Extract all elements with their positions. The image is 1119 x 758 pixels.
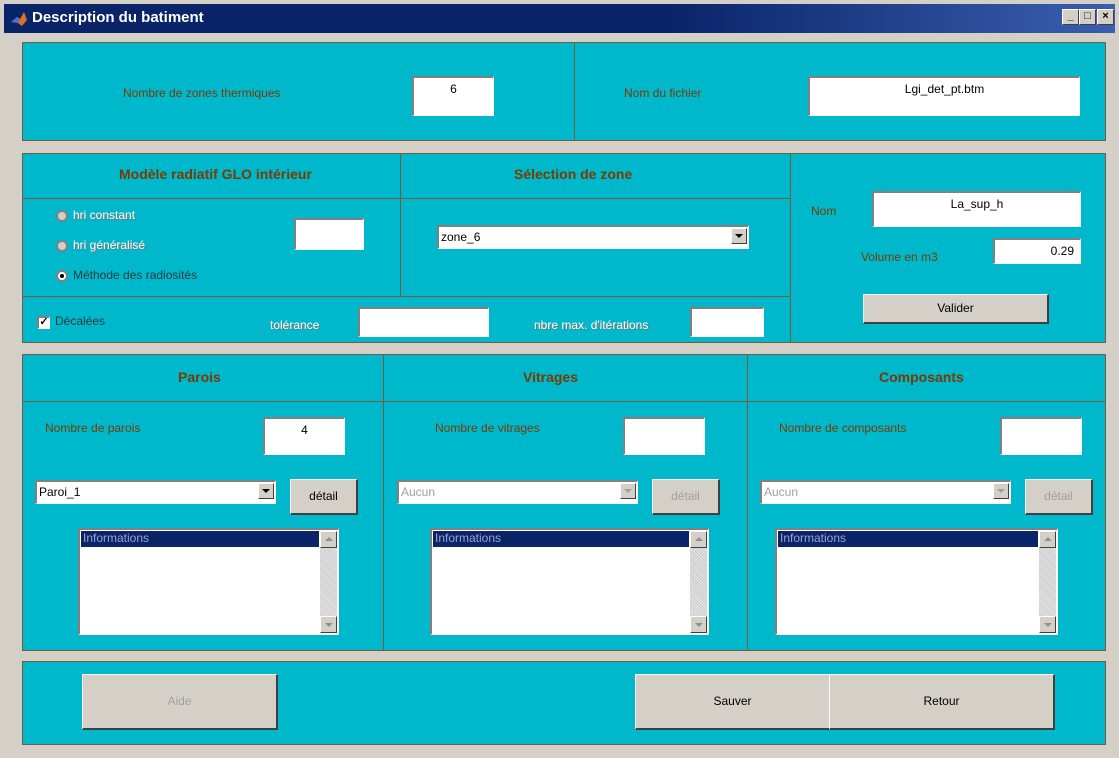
scroll-up-icon[interactable] [320, 531, 337, 548]
walls-count-label: Nombre de parois [45, 421, 141, 435]
radiative-model-title: Modèle radiatif GLO intérieur [119, 166, 312, 182]
chevron-down-icon[interactable] [620, 483, 636, 499]
components-info-item[interactable]: Informations [778, 531, 1038, 547]
hri-input[interactable] [294, 218, 364, 250]
glazing-select-value: Aucun [401, 485, 436, 499]
components-select[interactable]: Aucun [760, 480, 1011, 504]
scroll-down-icon[interactable] [690, 616, 707, 633]
glazing-title: Vitrages [523, 369, 578, 385]
glazing-info-item[interactable]: Informations [433, 531, 689, 547]
zone-select[interactable]: zone_6 [437, 225, 749, 249]
volume-input[interactable]: 0.29 [993, 238, 1081, 264]
scroll-up-icon[interactable] [690, 531, 707, 548]
radio-hri-constant[interactable] [56, 210, 68, 222]
components-info-list[interactable]: Informations [775, 528, 1058, 635]
maximize-button[interactable]: □ [1079, 9, 1096, 25]
glazing-detail-button[interactable]: détail [652, 479, 720, 515]
file-panel: Nombre de zones thermiques 6 Nom du fich… [22, 42, 1106, 141]
radio-label-radiosites: Méthode des radiosités [73, 268, 198, 282]
components-select-value: Aucun [764, 485, 799, 499]
window-content: Nombre de zones thermiques 6 Nom du fich… [8, 37, 1112, 750]
radio-label-hri-generalise: hri généralisé [73, 238, 146, 252]
radio-label-hri-constant: hri constant [73, 208, 136, 222]
wall-info-item[interactable]: Informations [81, 531, 319, 547]
walls-count-input[interactable]: 4 [263, 417, 345, 455]
title-bar-inner: Description du batiment _ □ × [4, 4, 1115, 33]
glazing-info-scrollbar[interactable] [690, 531, 707, 633]
glazing-count-label: Nombre de vitrages [435, 421, 540, 435]
walls-title: Parois [178, 369, 221, 385]
window-title: Description du batiment [32, 9, 204, 26]
offset-checkbox[interactable]: ✓ [37, 316, 50, 329]
volume-label: Volume en m3 [861, 250, 938, 264]
back-button[interactable]: Retour [829, 674, 1055, 730]
radio-radiosites[interactable] [56, 270, 68, 282]
max-iterations-label: nbre max. d'itérations [534, 318, 649, 332]
glazing-info-list[interactable]: Informations [430, 528, 709, 635]
glazing-select[interactable]: Aucun [397, 480, 638, 504]
file-name-input[interactable]: Lgi_det_pt.btm [808, 76, 1080, 116]
wall-info-scrollbar[interactable] [320, 531, 337, 633]
elements-panel: Parois Nombre de parois 4 Paroi_1 détail… [22, 354, 1106, 651]
wall-select[interactable]: Paroi_1 [35, 480, 276, 504]
wall-select-value: Paroi_1 [39, 485, 81, 499]
components-detail-button[interactable]: détail [1025, 479, 1093, 515]
zone-select-value: zone_6 [441, 230, 481, 244]
glazing-count-input[interactable] [623, 417, 705, 455]
scroll-up-icon[interactable] [1039, 531, 1056, 548]
model-panel: Modèle radiatif GLO intérieur Sélection … [22, 153, 1106, 343]
scroll-down-icon[interactable] [320, 616, 337, 633]
title-bar: Description du batiment _ □ × [0, 0, 1119, 37]
components-count-input[interactable] [1000, 417, 1082, 455]
scroll-down-icon[interactable] [1039, 616, 1056, 633]
zones-label: Nombre de zones thermiques [123, 86, 281, 100]
chevron-down-icon[interactable] [258, 483, 274, 499]
offset-label: Décalées [55, 314, 106, 328]
radio-hri-generalise[interactable] [56, 240, 68, 252]
max-iterations-input[interactable] [690, 307, 764, 337]
chevron-down-icon[interactable] [993, 483, 1009, 499]
save-button[interactable]: Sauver [635, 674, 831, 730]
tolerance-label: tolérance [270, 318, 320, 332]
validate-button[interactable]: Valider [863, 294, 1049, 324]
components-count-label: Nombre de composants [779, 421, 907, 435]
components-title: Composants [879, 369, 964, 385]
close-button[interactable]: × [1097, 9, 1114, 25]
file-name-label: Nom du fichier [624, 86, 702, 100]
wall-detail-button[interactable]: détail [290, 479, 358, 515]
zone-selection-title: Sélection de zone [514, 166, 633, 182]
help-button[interactable]: Aide [82, 674, 278, 730]
zone-name-input[interactable]: La_sup_h [872, 191, 1081, 227]
chevron-down-icon[interactable] [731, 228, 747, 244]
actions-panel: Aide Sauver Retour [22, 661, 1106, 745]
zone-name-label: Nom [811, 204, 837, 218]
tolerance-input[interactable] [358, 307, 489, 337]
minimize-button[interactable]: _ [1062, 9, 1079, 25]
matlab-icon [11, 12, 27, 26]
zones-count-input[interactable]: 6 [412, 76, 494, 116]
wall-info-list[interactable]: Informations [78, 528, 339, 635]
components-info-scrollbar[interactable] [1039, 531, 1056, 633]
